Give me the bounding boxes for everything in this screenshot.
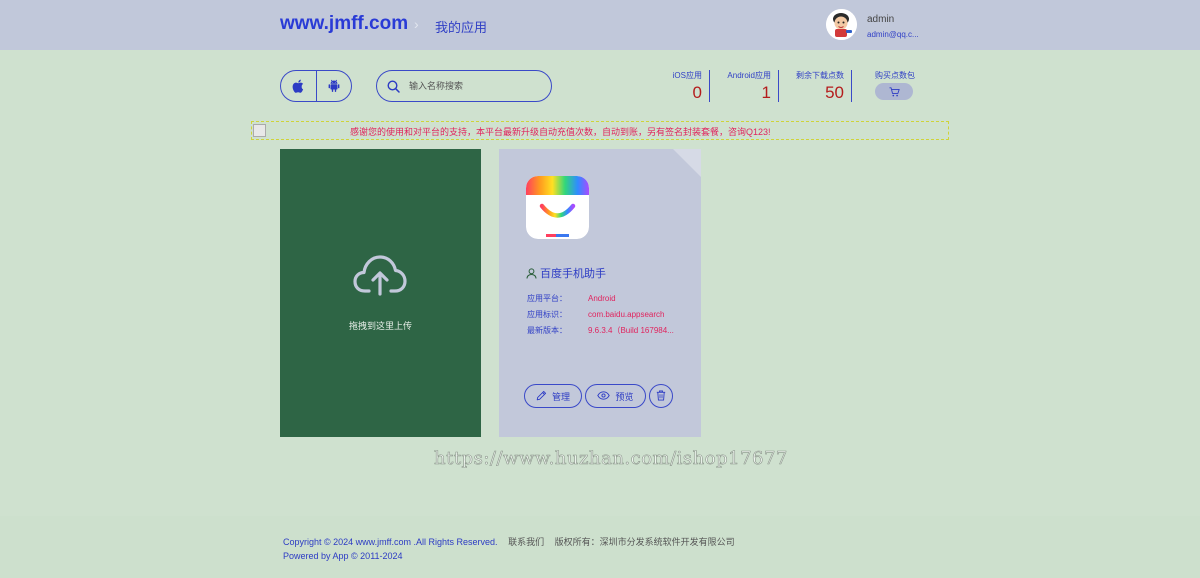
meta-value: com.baidu.appsearch bbox=[588, 310, 665, 319]
stat-divider bbox=[851, 70, 852, 102]
app-meta-platform: 应用平台： Android bbox=[527, 293, 616, 304]
stat-ios-value: 0 bbox=[692, 83, 702, 102]
broken-image-icon bbox=[253, 124, 266, 137]
baidu-app-icon bbox=[526, 176, 589, 239]
breadcrumb-separator: › bbox=[414, 16, 419, 32]
app-title-row: 百度手机助手 bbox=[526, 265, 606, 281]
pencil-icon bbox=[536, 390, 547, 403]
app-name[interactable]: 百度手机助手 bbox=[540, 265, 606, 281]
meta-key: 应用平台： bbox=[527, 294, 567, 303]
stat-ios: iOS应用 0 bbox=[651, 70, 702, 103]
buy-points-button[interactable] bbox=[875, 83, 913, 100]
preview-label: 预览 bbox=[615, 391, 634, 402]
site-logo-link[interactable]: www.jmff.com bbox=[280, 13, 408, 35]
watermark-text: https://www.huzhan.com/ishop17677 bbox=[434, 448, 788, 470]
notice-banner: 感谢您的使用和对平台的支持，本平台最新升级自动充值次数，自动到账，另有签名封装套… bbox=[251, 121, 949, 140]
delete-button[interactable] bbox=[649, 384, 673, 408]
user-icon bbox=[526, 267, 537, 279]
search-box bbox=[376, 70, 552, 102]
android-icon bbox=[328, 79, 340, 92]
meta-key: 应用标识： bbox=[527, 310, 567, 319]
filter-android-button[interactable] bbox=[315, 71, 352, 101]
stat-divider bbox=[778, 70, 779, 102]
app-card[interactable]: 百度手机助手 应用平台： Android 应用标识： com.baidu.appse… bbox=[499, 149, 701, 437]
manage-button[interactable]: 管理 bbox=[524, 384, 582, 408]
stat-downloads-value: 50 bbox=[825, 83, 844, 102]
footer-line-1: Copyright © 2024 www.jmff.com .All Right… bbox=[283, 535, 735, 548]
stat-android-label: Android应用 bbox=[727, 71, 771, 80]
eye-icon bbox=[597, 390, 611, 402]
upload-dropzone[interactable]: 拖拽到这里上传 bbox=[280, 149, 481, 437]
app-meta-version: 最新版本： 9.6.3.4（Build 167984... bbox=[527, 325, 674, 336]
top-header: www.jmff.com › 我的应用 admin admin@qq.c... bbox=[0, 0, 1200, 50]
platform-toggle bbox=[280, 70, 352, 102]
footer-owner: 版权所有：深圳市分发系统软件开发有限公司 bbox=[554, 537, 735, 547]
buy-points-label: 购买点数包 bbox=[875, 71, 915, 80]
user-email: admin@qq.c... bbox=[867, 30, 919, 39]
footer-copyright: Copyright © 2024 www.jmff.com .All Right… bbox=[283, 537, 498, 547]
cart-icon bbox=[889, 86, 900, 96]
app-icon-baidu-assistant bbox=[526, 176, 589, 239]
avatar-cartoon-icon bbox=[826, 9, 857, 40]
meta-value: Android bbox=[588, 294, 616, 303]
trash-icon bbox=[656, 390, 666, 403]
notice-text: 感谢您的使用和对平台的支持，本平台最新升级自动充值次数，自动到账，另有签名封装套… bbox=[350, 127, 771, 137]
page-footer: Copyright © 2024 www.jmff.com .All Right… bbox=[0, 516, 1200, 578]
apple-icon bbox=[292, 79, 304, 93]
stat-android: Android应用 1 bbox=[720, 70, 771, 103]
footer-powered: Powered by App © 2011-2024 bbox=[283, 551, 403, 561]
manage-label: 管理 bbox=[551, 391, 570, 402]
stat-downloads: 剩余下载点数 50 bbox=[784, 70, 844, 103]
cloud-upload-icon bbox=[353, 255, 407, 296]
meta-key: 最新版本： bbox=[527, 326, 567, 335]
breadcrumb-my-apps[interactable]: 我的应用 bbox=[435, 17, 487, 36]
search-input[interactable] bbox=[409, 81, 539, 91]
app-meta-bundle-id: 应用标识： com.baidu.appsearch bbox=[527, 309, 665, 320]
filter-ios-button[interactable] bbox=[281, 71, 316, 101]
stat-downloads-label: 剩余下载点数 bbox=[796, 71, 844, 80]
search-icon[interactable] bbox=[387, 79, 400, 93]
user-avatar[interactable] bbox=[826, 9, 857, 40]
stat-ios-label: iOS应用 bbox=[672, 71, 702, 80]
meta-value: 9.6.3.4（Build 167984... bbox=[588, 326, 674, 335]
user-name: admin bbox=[867, 14, 895, 25]
stat-divider bbox=[709, 70, 710, 102]
preview-button[interactable]: 预览 bbox=[585, 384, 646, 408]
upload-hint: 拖拽到这里上传 bbox=[348, 321, 412, 331]
footer-contact-link[interactable]: 联系我们 bbox=[508, 537, 544, 547]
stat-android-value: 1 bbox=[761, 83, 771, 102]
card-corner-fold bbox=[673, 149, 701, 177]
